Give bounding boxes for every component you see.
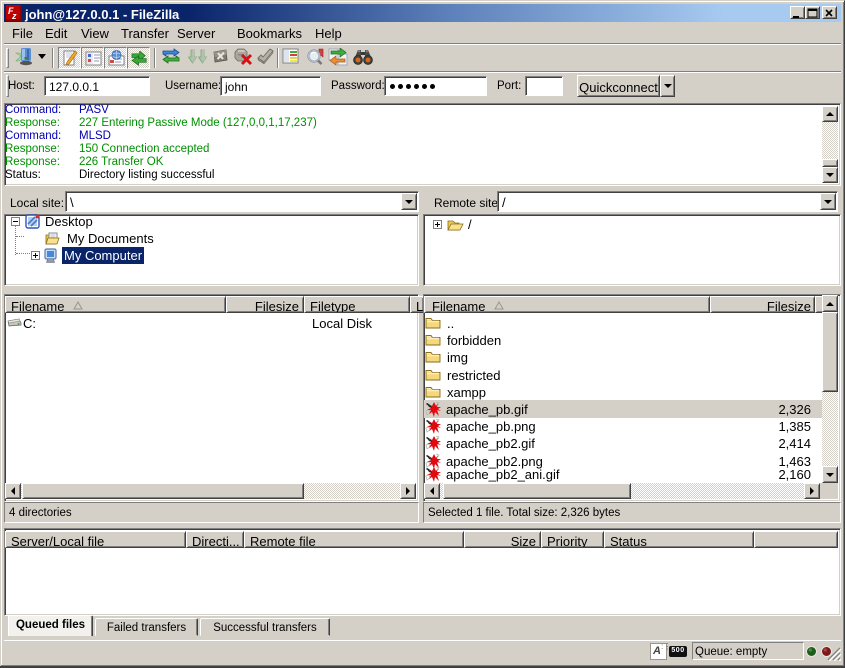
svg-text:z: z [11,11,17,21]
